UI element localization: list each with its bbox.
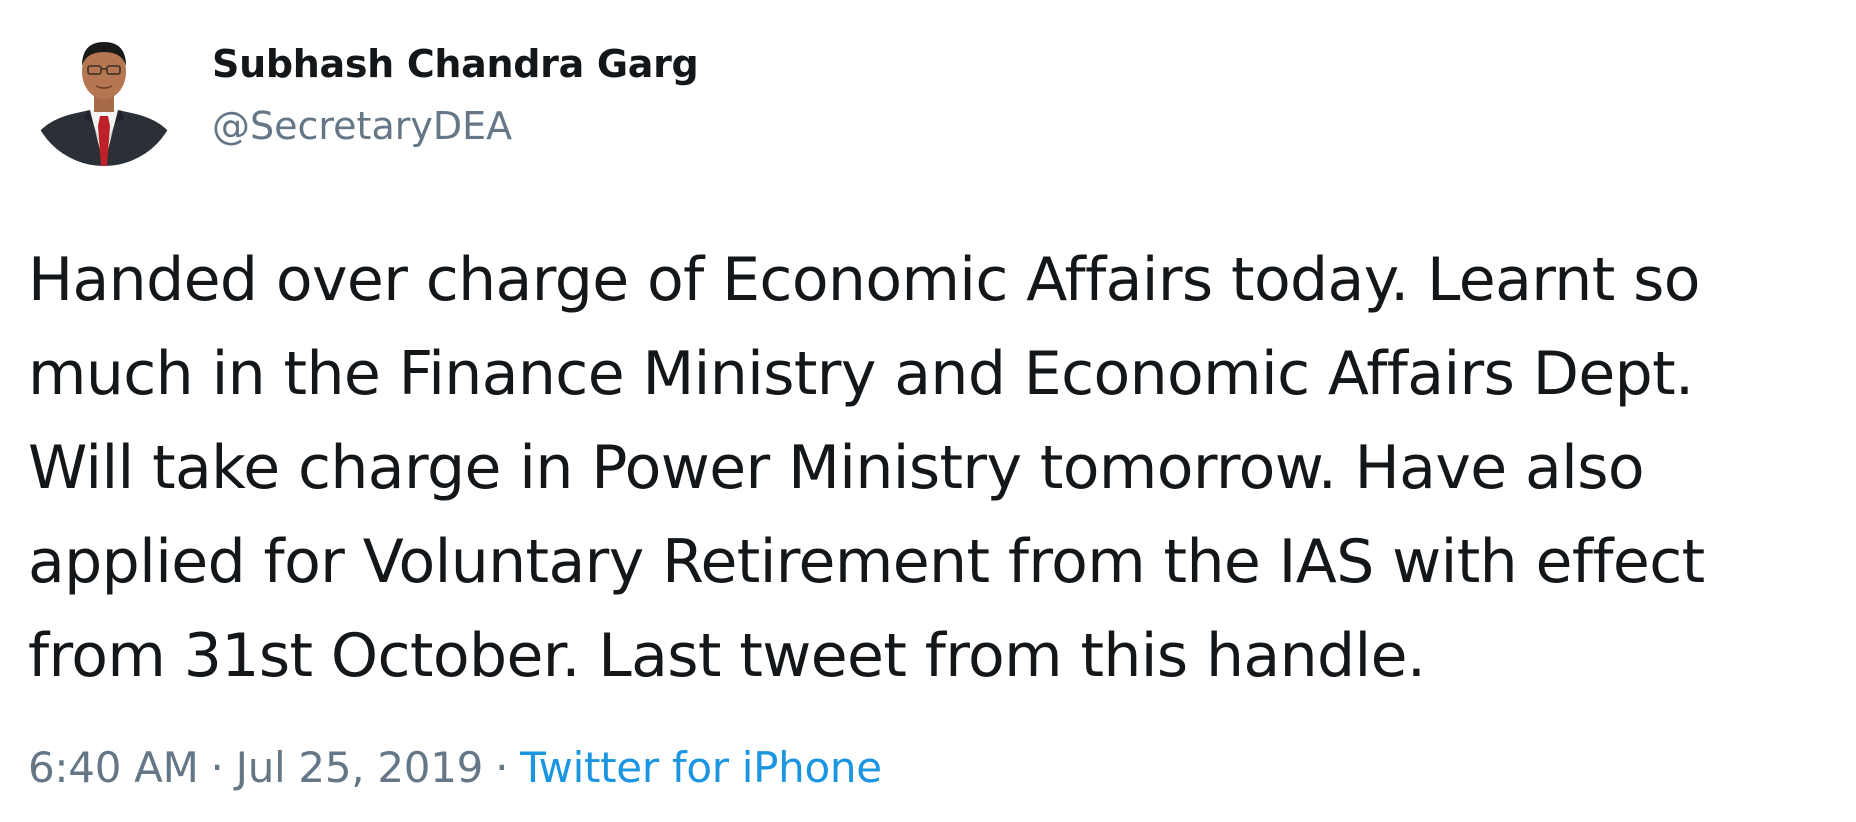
separator: · [210,743,224,792]
tweet-text-line: applied for Voluntary Retirement from th… [28,527,1705,597]
avatar[interactable] [30,18,178,166]
tweet-card: Subhash Chandra Garg @SecretaryDEA Hande… [0,0,1856,822]
tweet-text: Handed over charge of Economic Affairs t… [28,233,1838,703]
tweet-text-line: much in the Finance Ministry and Economi… [28,339,1694,409]
tweet-source-link[interactable]: Twitter for iPhone [520,743,882,792]
author-handle[interactable]: @SecretaryDEA [212,102,512,150]
author-display-name[interactable]: Subhash Chandra Garg [212,40,699,88]
tweet-time[interactable]: 6:40 AM [28,743,199,792]
tweet-text-line: Handed over charge of Economic Affairs t… [28,245,1700,315]
tweet-metadata: 6:40 AM · Jul 25, 2019 · Twitter for iPhone [28,742,882,794]
tweet-text-line: from 31st October. Last tweet from this … [28,621,1426,691]
profile-photo-icon [30,18,178,166]
separator: · [495,743,509,792]
tweet-text-line: Will take charge in Power Ministry tomor… [28,433,1645,503]
tweet-date[interactable]: Jul 25, 2019 [236,743,484,792]
